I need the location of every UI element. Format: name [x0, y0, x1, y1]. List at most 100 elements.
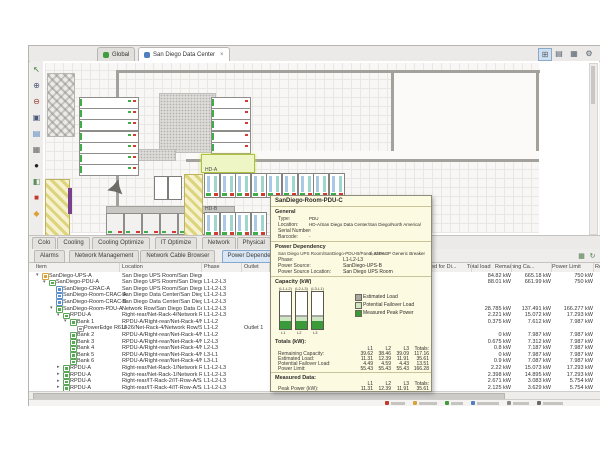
rack-alarm-chip [245, 122, 248, 124]
cabinet-row-item[interactable] [79, 131, 139, 143]
scrollbar-thumb[interactable] [591, 66, 595, 104]
print-tool-icon[interactable]: ▤ [31, 128, 42, 139]
layers-tool-icon[interactable]: ◧ [31, 176, 42, 187]
table-view-icon[interactable]: ▦ [577, 252, 586, 261]
hd-a-rack-unit[interactable] [204, 173, 220, 198]
editor-tab-global[interactable]: Global [97, 47, 135, 61]
item-cell: RPDU-A [70, 365, 130, 371]
panels-tool-icon[interactable]: ▦ [31, 144, 42, 155]
canvas-vertical-scrollbar[interactable] [589, 63, 598, 235]
tree-expander-icon[interactable]: ▸ [57, 364, 60, 370]
sync-status-icon [507, 401, 511, 405]
tree-expander-icon[interactable]: ▾ [57, 312, 60, 318]
tree-expander-icon[interactable]: ▸ [57, 384, 60, 390]
location-cell: San Diego Data Center/San Diego/... [122, 299, 202, 305]
layout-icon[interactable]: ▦ [568, 48, 580, 59]
editor-tab-san-diego-data-center[interactable]: San Diego Data Center× [138, 47, 230, 61]
divider [271, 241, 431, 242]
rack-ok-chip [108, 231, 112, 233]
hd-a-rack-unit[interactable] [235, 173, 251, 198]
power-limit-cell: 17.293 kW [555, 372, 593, 378]
hd-b-rack-unit[interactable] [220, 212, 236, 235]
panel-tab-network-management[interactable]: Network Management [69, 250, 140, 263]
tree-expander-icon[interactable]: ▾ [43, 279, 46, 285]
perspective-icon[interactable]: ⊞ [538, 48, 552, 61]
power-strip-marker [68, 188, 72, 214]
column-header-7[interactable]: Power Limit [552, 264, 581, 270]
cabinet-row-item[interactable] [79, 108, 139, 120]
refresh-icon[interactable]: ↻ [588, 252, 597, 261]
phase-cell: L1-L2-L3 [204, 385, 240, 391]
hd-a-rack-unit[interactable] [251, 173, 267, 198]
perforated-tiles [159, 93, 216, 153]
cabinet-row-item[interactable] [211, 142, 251, 154]
phase-cell: L1-L2 [204, 332, 240, 338]
location-cell: San Diego UPS Room/San Diego/... [122, 279, 202, 285]
rack-alarm-chip [133, 134, 136, 136]
column-header-3[interactable]: Outlet [244, 264, 259, 270]
panel-tab-network-cable-browser[interactable]: Network Cable Browser [140, 250, 215, 263]
fit-view-tool-icon[interactable]: ▣ [31, 112, 42, 123]
settings-icon[interactable]: ⚙ [583, 48, 595, 59]
tree-expander-icon[interactable]: ▾ [36, 272, 39, 278]
column-header-6[interactable]: Remaining Ca... [495, 264, 534, 270]
cabinet-row-item[interactable] [79, 97, 139, 109]
fast-view-icon[interactable]: ▤ [553, 48, 565, 59]
select-tool-icon[interactable]: ↖ [31, 64, 42, 75]
tree-expander-icon[interactable]: ▾ [50, 305, 53, 311]
panel-tab-alarms[interactable]: Alarms [34, 250, 65, 263]
floor-unit[interactable] [168, 176, 182, 200]
warning-status-group [413, 401, 437, 405]
column-header-4[interactable]: ed for Di... [431, 264, 456, 270]
column-header-1[interactable]: Location [122, 264, 143, 270]
cabinet-unit[interactable] [160, 213, 178, 235]
stripe [269, 176, 272, 192]
rack-ok-chip [80, 99, 82, 106]
hd-b-rack-unit[interactable] [235, 212, 251, 235]
cabinet-unit[interactable] [142, 213, 160, 235]
alarm-tool-icon[interactable]: ■ [31, 192, 42, 203]
phase-cell: L1-L2 [204, 319, 240, 325]
column-header-8[interactable]: Re... [595, 264, 600, 270]
stripe [254, 215, 257, 231]
gauge-bottom-label: L3 [313, 330, 317, 335]
cabinet-unit[interactable] [124, 213, 142, 235]
column-header-2[interactable]: Phase [204, 264, 220, 270]
cabinet-row-item[interactable] [211, 119, 251, 131]
record-tool-icon[interactable]: ● [31, 160, 42, 171]
hd-b-rack-unit[interactable] [204, 212, 220, 235]
stripe [230, 215, 233, 231]
cabinet-row-item[interactable] [79, 153, 139, 165]
tree-expander-icon[interactable]: ▸ [57, 371, 60, 377]
hd-b-rack-unit[interactable] [251, 212, 267, 235]
measured-peak-power-swatch [355, 310, 362, 317]
warning-tool-icon[interactable]: ◆ [31, 208, 42, 219]
power-limit-cell: 17.293 kW [555, 312, 593, 318]
cabinet-row-item[interactable] [79, 164, 139, 176]
floorplan-toolbar: ↖ ⊕ ⊖ ▣ ▤ ▦ ● ◧ ■ ◆ [30, 61, 44, 237]
icon-fill [72, 341, 75, 344]
tree-expander-icon[interactable]: ▸ [57, 378, 60, 384]
general-field-label: Barcode: [278, 234, 298, 240]
location-cell: San Diego Data Center/San Diego/... [122, 292, 202, 298]
cabinet-row-item[interactable] [79, 119, 139, 131]
column-header-0[interactable]: Item [36, 264, 47, 270]
zoom-out-tool-icon[interactable]: ⊖ [31, 96, 42, 107]
rack-ok-chip [212, 121, 214, 128]
phase-cell: L1-L2-L3 [204, 279, 240, 285]
rack-ok-chip [212, 133, 214, 140]
ok-status-icon [445, 401, 449, 405]
hd-a-rack-unit[interactable] [220, 173, 236, 198]
general-field-value: HD-A/San Diego Data Center/San Diego/Nor… [309, 222, 421, 227]
table-horizontal-scrollbar[interactable] [29, 391, 600, 399]
cabinet-unit[interactable] [106, 213, 124, 235]
tree-expander-icon[interactable]: ▾ [64, 318, 67, 324]
close-icon[interactable]: × [220, 52, 224, 58]
cabinet-row-item[interactable] [211, 108, 251, 120]
cabinet-row-item[interactable] [211, 131, 251, 143]
zoom-in-tool-icon[interactable]: ⊕ [31, 80, 42, 91]
floor-unit[interactable] [154, 176, 168, 200]
cabinet-row-item[interactable] [211, 97, 251, 109]
cabinet-row-item[interactable] [79, 142, 139, 154]
phase-cell: L3-L1 [204, 358, 240, 364]
